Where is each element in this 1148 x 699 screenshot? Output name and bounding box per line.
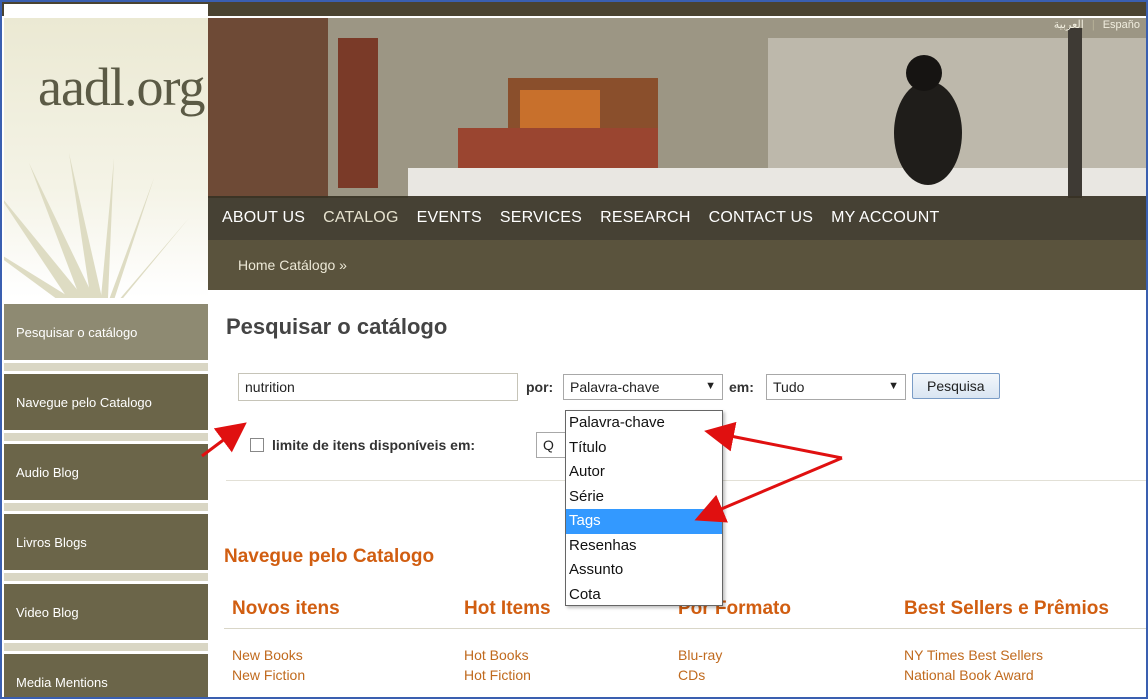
divider <box>4 433 208 441</box>
divider <box>4 573 208 581</box>
link-hot-fiction[interactable]: Hot Fiction <box>464 667 531 683</box>
browser-frame: aadl.org Pesquisar o catálogo Navegue pe… <box>0 0 1148 699</box>
dropdown-option-cota[interactable]: Cota <box>566 583 722 608</box>
breadcrumb-home-catalogo[interactable]: Home Catálogo » <box>238 257 347 273</box>
sidebar-item-label: Pesquisar o catálogo <box>16 324 138 340</box>
browse-catalog-title: Navegue pelo Catalogo <box>224 546 435 567</box>
left-column: aadl.org Pesquisar o catálogo Navegue pe… <box>4 4 208 697</box>
link-cds[interactable]: CDs <box>678 667 705 683</box>
main-content: Pesquisar o catálogo nutrition por: Pala… <box>208 290 1146 697</box>
search-input[interactable]: nutrition <box>238 373 518 401</box>
em-label: em: <box>729 379 754 395</box>
sidebar-item-livros-blogs[interactable]: Livros Blogs <box>4 514 208 581</box>
sidebar-item-label: Video Blog <box>16 604 79 620</box>
logo-area: aadl.org <box>4 18 208 298</box>
link-blu-ray[interactable]: Blu-ray <box>678 647 722 663</box>
link-new-fiction[interactable]: New Fiction <box>232 667 305 683</box>
link-new-books[interactable]: New Books <box>232 647 303 663</box>
nav-events[interactable]: EVENTS <box>417 209 482 227</box>
sidebar-item-media-mentions[interactable]: Media Mentions <box>4 654 208 697</box>
nav-catalog[interactable]: CATALOG <box>323 209 399 227</box>
limit-label: limite de itens disponíveis em: <box>272 437 476 453</box>
link-national-book-award[interactable]: National Book Award <box>904 667 1034 683</box>
limit-location-value: Q <box>543 437 554 453</box>
sidebar-item-navegue[interactable]: Navegue pelo Catalogo <box>4 374 208 441</box>
nav-services[interactable]: SERVICES <box>500 209 582 227</box>
sidebar-item-label: Audio Blog <box>16 464 79 480</box>
sidebar-item-pesquisar[interactable]: Pesquisar o catálogo <box>4 304 208 371</box>
site-logo[interactable]: aadl.org <box>38 56 205 118</box>
por-label: por: <box>526 379 554 395</box>
language-spanish[interactable]: Españo <box>1099 19 1144 31</box>
nav-about-us[interactable]: ABOUT US <box>222 209 305 227</box>
search-type-select[interactable]: Palavra-chave ▼ <box>563 374 723 400</box>
language-links: العربية | Españo <box>1050 18 1144 34</box>
sidebar-item-audio-blog[interactable]: Audio Blog <box>4 444 208 511</box>
sidebar-item-video-blog[interactable]: Video Blog <box>4 584 208 651</box>
divider <box>4 503 208 511</box>
nav-contact-us[interactable]: CONTACT US <box>709 209 814 227</box>
page-title: Pesquisar o catálogo <box>226 314 448 339</box>
link-ny-times-best-sellers[interactable]: NY Times Best Sellers <box>904 647 1043 663</box>
limit-available-checkbox[interactable] <box>250 438 264 452</box>
dropdown-option-assunto[interactable]: Assunto <box>566 558 722 583</box>
language-arabic[interactable]: العربية <box>1050 19 1088 31</box>
search-type-value: Palavra-chave <box>570 379 660 395</box>
search-scope-value: Tudo <box>773 379 805 395</box>
column-head-hot-items: Hot Items <box>464 598 551 619</box>
sidebar-item-label: Media Mentions <box>16 674 108 690</box>
dropdown-option-serie[interactable]: Série <box>566 485 722 510</box>
search-scope-select[interactable]: Tudo ▼ <box>766 374 906 400</box>
divider <box>4 643 208 651</box>
breadcrumb: Home Catálogo » <box>208 240 1146 290</box>
link-hot-books[interactable]: Hot Books <box>464 647 529 663</box>
column-head-best-sellers: Best Sellers e Prêmios <box>904 598 1109 619</box>
sidebar-nav: Pesquisar o catálogo Navegue pelo Catalo… <box>4 304 208 697</box>
sidebar-item-label: Livros Blogs <box>16 534 87 550</box>
search-button[interactable]: Pesquisa <box>912 373 1000 399</box>
nav-my-account[interactable]: MY ACCOUNT <box>831 209 939 227</box>
dropdown-option-titulo[interactable]: Título <box>566 436 722 461</box>
search-type-dropdown-list: Palavra-chave Título Autor Série Tags Re… <box>565 410 723 606</box>
chevron-down-icon: ▼ <box>705 380 716 392</box>
dropdown-option-tags[interactable]: Tags <box>566 509 722 534</box>
chevron-down-icon: ▼ <box>888 380 899 392</box>
divider <box>224 628 1146 629</box>
dropdown-option-autor[interactable]: Autor <box>566 460 722 485</box>
dropdown-option-resenhas[interactable]: Resenhas <box>566 534 722 559</box>
nav-research[interactable]: RESEARCH <box>600 209 691 227</box>
divider <box>4 363 208 371</box>
column-head-novos-itens: Novos itens <box>232 598 340 619</box>
sidebar-item-label: Navegue pelo Catalogo <box>16 394 152 410</box>
dropdown-option-palavra-chave[interactable]: Palavra-chave <box>566 411 722 436</box>
main-nav: ABOUT US CATALOG EVENTS SERVICES RESEARC… <box>208 196 1146 240</box>
sun-logo-icon <box>4 153 189 298</box>
